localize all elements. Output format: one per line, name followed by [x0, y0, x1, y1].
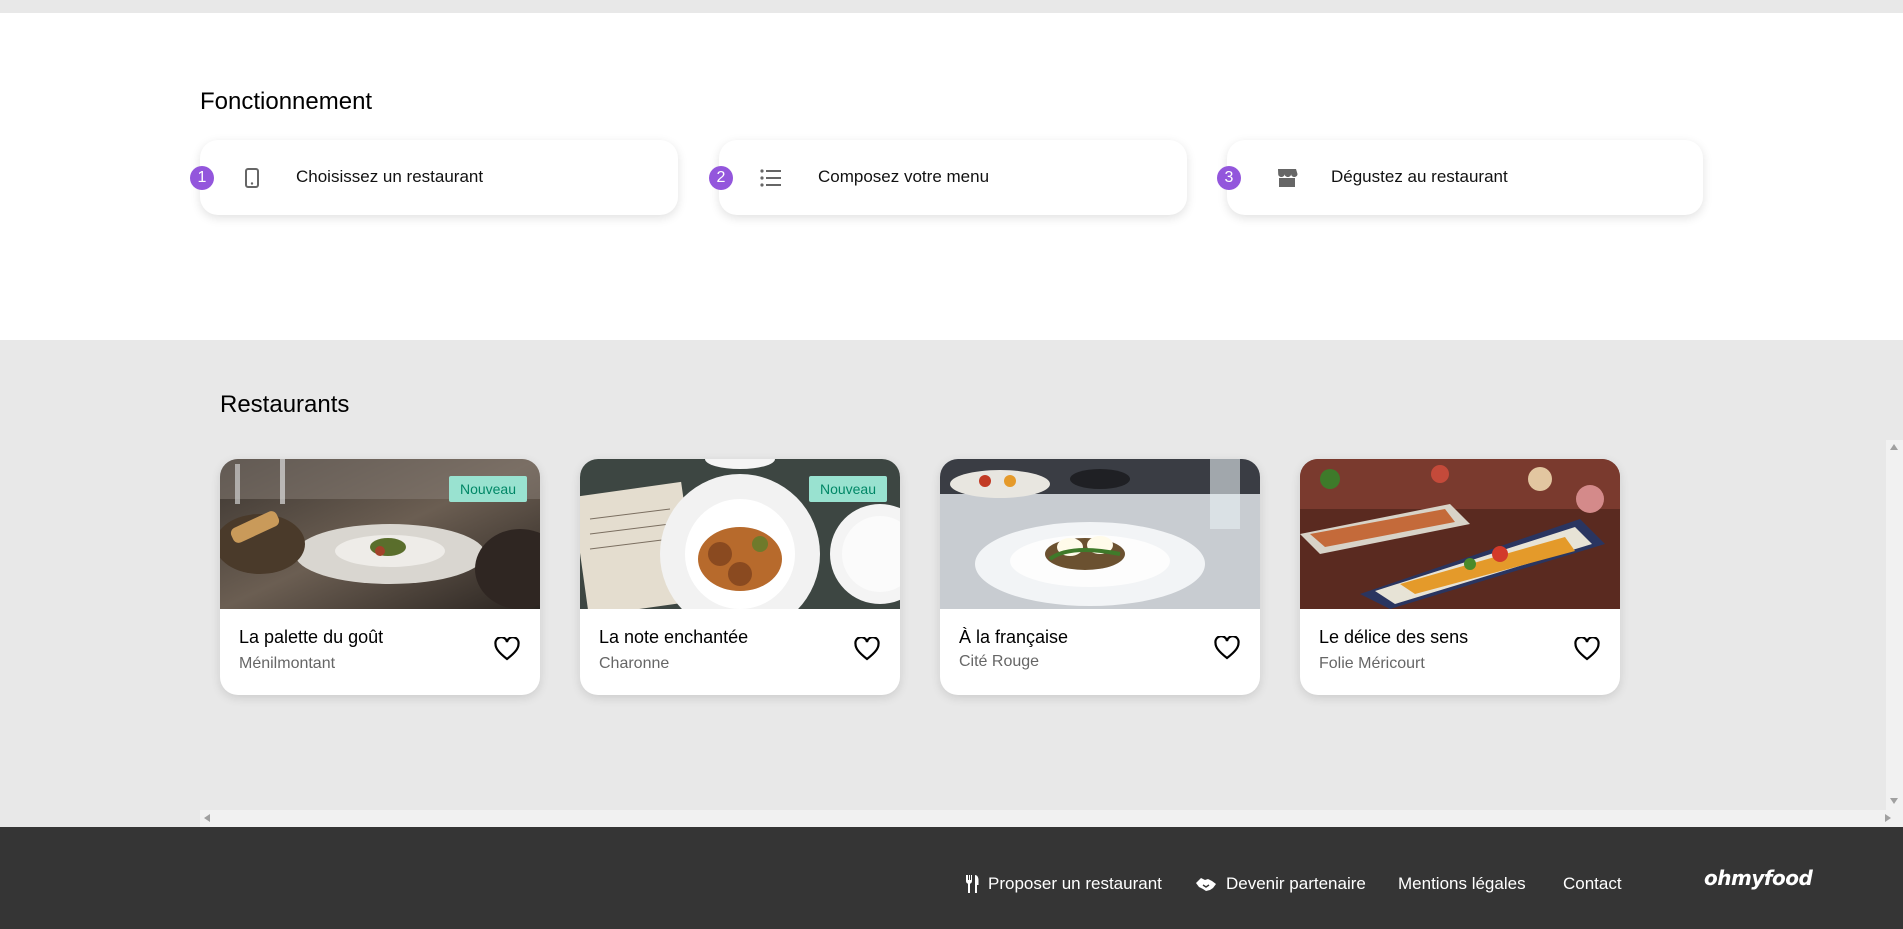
new-badge: Nouveau: [808, 476, 887, 502]
utensils-icon: [966, 875, 979, 893]
footer-link-label: Proposer un restaurant: [988, 874, 1162, 893]
heart-icon[interactable]: [854, 637, 880, 661]
restaurant-photo: [1300, 459, 1620, 609]
step-card-2: 2 Composez votre menu: [709, 140, 1187, 215]
scroll-left-icon[interactable]: [204, 814, 210, 822]
restaurant-photo: [940, 459, 1260, 609]
footer-logo[interactable]: ohmyfood: [1704, 866, 1813, 890]
how-title: Fonctionnement: [200, 88, 373, 115]
top-strip: [0, 0, 1903, 13]
restaurant-card-2[interactable]: Nouveau La note enchantée Charonne: [580, 459, 900, 695]
restaurant-location: Charonne: [599, 655, 670, 672]
phone-icon: [240, 166, 264, 190]
restaurant-location: Folie Méricourt: [1319, 655, 1425, 672]
footer-link-contact[interactable]: Contact: [1563, 874, 1622, 894]
scroll-up-icon[interactable]: [1890, 444, 1898, 450]
restaurant-card-4[interactable]: Le délice des sens Folie Méricourt: [1300, 459, 1620, 695]
heart-icon[interactable]: [494, 637, 520, 661]
step-label-1: Choisissez un restaurant: [296, 167, 484, 186]
heart-icon[interactable]: [1574, 637, 1600, 661]
restaurant-name: À la française: [959, 627, 1069, 647]
footer: Proposer un restaurant Devenir partenair…: [0, 827, 1903, 929]
horizontal-scrollbar[interactable]: [200, 810, 1903, 827]
list-icon: [759, 166, 783, 190]
footer-link-propose[interactable]: Proposer un restaurant: [965, 874, 1162, 894]
scroll-down-icon[interactable]: [1890, 798, 1898, 804]
store-icon: [1275, 166, 1299, 190]
heart-icon[interactable]: [1214, 636, 1240, 660]
footer-link-label: Contact: [1563, 874, 1622, 893]
step-number-1: 1: [190, 166, 214, 190]
restaurant-card-1[interactable]: Nouveau La palette du goût Ménilmontant: [220, 459, 540, 695]
restaurant-name: La note enchantée: [599, 627, 749, 647]
restaurants-title: Restaurants: [220, 391, 350, 418]
restaurant-location: Cité Rouge: [959, 653, 1040, 670]
step-card-1: 1 Choisissez un restaurant: [190, 140, 678, 215]
restaurant-name: Le délice des sens: [1319, 627, 1469, 647]
restaurants-section: Restaurants Nouveau La palette du goût M…: [0, 340, 1903, 827]
footer-link-label: Devenir partenaire: [1226, 874, 1366, 893]
footer-link-label: Mentions légales: [1398, 874, 1526, 893]
footer-link-partner[interactable]: Devenir partenaire: [1195, 874, 1366, 894]
step-label-3: Dégustez au restaurant: [1331, 167, 1508, 186]
handshake-icon: [1196, 878, 1216, 891]
step-card-3: 3 Dégustez au restaurant: [1217, 140, 1703, 215]
restaurant-location: Ménilmontant: [239, 655, 336, 672]
new-badge: Nouveau: [448, 476, 527, 502]
restaurant-name: La palette du goût: [239, 627, 384, 647]
scroll-right-icon[interactable]: [1885, 814, 1891, 822]
footer-link-legal[interactable]: Mentions légales: [1398, 874, 1526, 894]
restaurant-card-3[interactable]: À la française Cité Rouge: [940, 459, 1260, 695]
how-it-works-section: Fonctionnement 1 Choisissez un restauran…: [0, 13, 1903, 340]
step-number-2: 2: [709, 166, 733, 190]
vertical-scrollbar[interactable]: [1886, 440, 1903, 810]
step-label-2: Composez votre menu: [818, 167, 990, 186]
step-number-3: 3: [1217, 166, 1241, 190]
